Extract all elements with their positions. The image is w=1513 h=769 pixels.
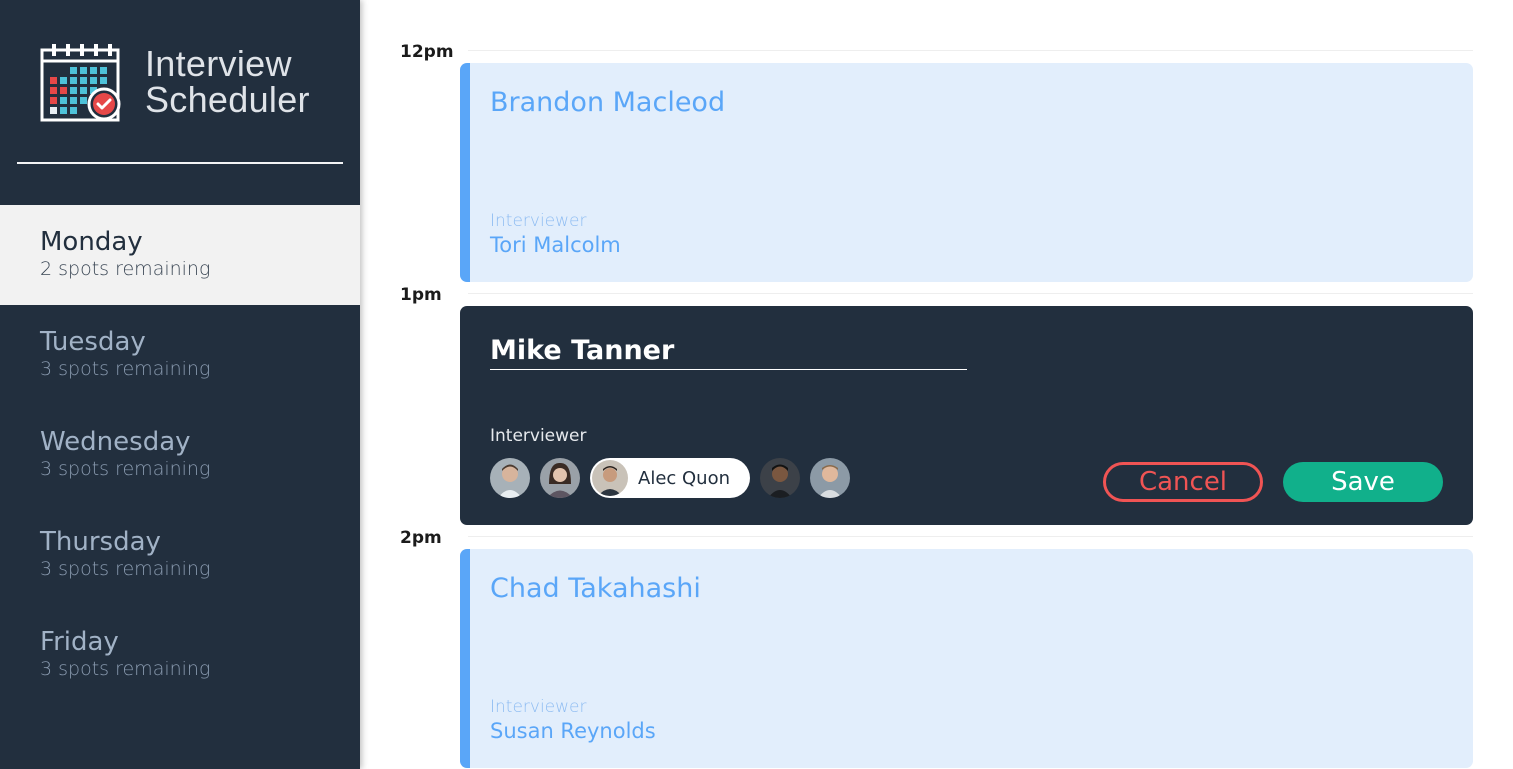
hour-divider [468,536,1473,537]
day-name: Monday [40,227,143,257]
interviewer-avatar[interactable] [540,458,580,498]
day-name: Friday [40,627,119,657]
hour-label: 2pm [400,528,442,548]
calendar-logo-icon [40,44,124,122]
appointment-card[interactable]: Chad Takahashi Interviewer Susan Reynold… [460,549,1473,768]
student-name-input[interactable] [490,332,967,370]
day-item-thursday[interactable]: Thursday 3 spots remaining [0,505,360,605]
day-spots: 2 spots remaining [40,258,211,280]
day-spots: 3 spots remaining [40,658,211,680]
interviewer-avatar[interactable] [810,458,851,498]
interviewer-avatar [592,460,628,496]
interviewer-selected[interactable]: Alec Quon [590,458,751,498]
interviewer-selected-name: Alec Quon [638,467,731,489]
appointment-form: Interviewer Alec Quon Cancel Save [460,306,1473,525]
interviewer-list: Alec Quon [490,458,851,498]
day-list: Monday 2 spots remaining Tuesday 3 spots… [0,205,360,705]
student-name: Chad Takahashi [490,573,701,604]
interviewer-avatar[interactable] [490,458,530,498]
interviewer-label: Interviewer [490,697,587,717]
interviewer-avatar[interactable] [760,458,801,498]
interviewer-name: Tori Malcolm [490,233,621,257]
appointment-card[interactable]: Brandon Macleod Interviewer Tori Malcolm [460,63,1473,282]
hour-divider [468,50,1473,51]
day-item-wednesday[interactable]: Wednesday 3 spots remaining [0,405,360,505]
save-button[interactable]: Save [1283,462,1443,502]
day-spots: 3 spots remaining [40,558,211,580]
day-name: Tuesday [40,327,146,357]
sidebar: Interview Scheduler Monday 2 spots remai… [0,0,360,769]
app-title: Interview Scheduler [145,46,310,118]
day-spots: 3 spots remaining [40,458,211,480]
app-title-line1: Interview [145,43,292,84]
day-name: Thursday [40,527,161,557]
interviewer-name: Susan Reynolds [490,719,656,743]
day-spots: 3 spots remaining [40,358,211,380]
schedule: 12pm Brandon Macleod Interviewer Tori Ma… [360,0,1513,769]
interviewer-label: Interviewer [490,211,587,231]
day-name: Wednesday [40,427,191,457]
cancel-button[interactable]: Cancel [1103,462,1263,502]
hour-divider [468,293,1473,294]
sidebar-divider [17,162,343,164]
day-item-tuesday[interactable]: Tuesday 3 spots remaining [0,305,360,405]
interviewer-label: Interviewer [490,426,587,446]
day-item-monday[interactable]: Monday 2 spots remaining [0,205,360,305]
day-item-friday[interactable]: Friday 3 spots remaining [0,605,360,705]
app-title-line2: Scheduler [145,79,310,120]
student-name: Brandon Macleod [490,87,726,118]
hour-label: 12pm [400,42,454,62]
hour-label: 1pm [400,285,442,305]
